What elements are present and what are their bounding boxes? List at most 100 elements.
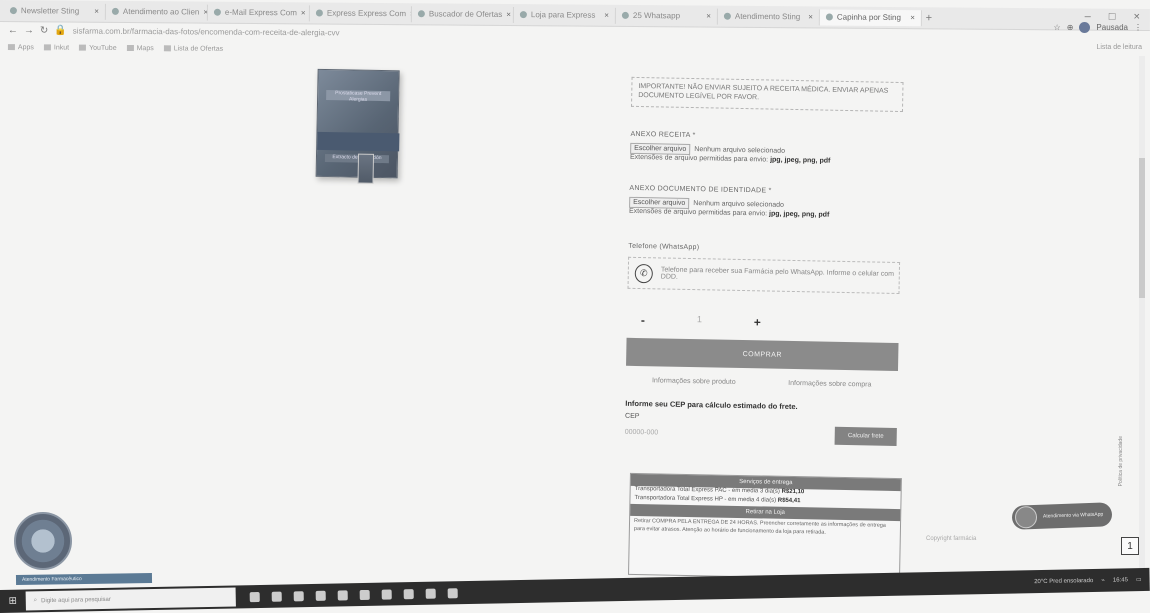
shipping-services: Serviços de entrega Transportadora Total… xyxy=(628,472,902,581)
no-file-text: Nenhum arquivo selecionado xyxy=(694,146,786,155)
taskbar-apps xyxy=(249,587,458,602)
security-seal[interactable] xyxy=(14,512,72,570)
avatar[interactable] xyxy=(1079,22,1091,33)
weather-text[interactable]: 20°C Pred ensolarado xyxy=(1034,578,1093,585)
favicon-icon xyxy=(111,7,119,15)
tab-label: 25 Whatsapp xyxy=(632,10,681,21)
pickup-text: Retirar COMPRA PELA ENTREGA DE 24 HORAS.… xyxy=(633,517,886,536)
footer-text: Copyright farmácia xyxy=(926,536,977,542)
cep-label: CEP xyxy=(624,412,640,421)
whatsapp-chat-button[interactable]: Atendimento via WhatsApp xyxy=(1011,502,1113,530)
browser-tab[interactable]: Newsletter Sting × xyxy=(3,2,106,20)
excel-icon[interactable] xyxy=(403,588,414,599)
url-field[interactable]: sisfarma.com.br/farmacia-das-fotos/encom… xyxy=(73,27,340,38)
formats-prefix: Extensões de arquivo permitidas para env… xyxy=(628,207,768,218)
no-file-text: Nenhum arquivo selecionado xyxy=(693,200,785,209)
tab-label: Buscador de Ofertas xyxy=(428,9,503,19)
reload-icon[interactable]: ↻ xyxy=(40,25,48,36)
maximize-button[interactable]: □ xyxy=(1109,11,1116,23)
favicon-icon xyxy=(315,9,323,17)
purchase-info-link[interactable]: Informações sobre compra xyxy=(788,380,871,389)
cep-input[interactable]: 00000-000 xyxy=(625,425,825,445)
close-icon[interactable]: × xyxy=(910,13,915,22)
mail-icon[interactable] xyxy=(337,589,348,601)
network-icon[interactable]: ⌁ xyxy=(1101,577,1105,584)
browser-tab[interactable]: Atendimento Sting × xyxy=(717,8,820,25)
whatsapp-icon xyxy=(1014,505,1038,529)
taskbar-search[interactable]: ⌕ Digite aqui para pesquisar xyxy=(25,587,236,611)
system-tray: 20°C Pred ensolarado ⌁ 16:45 ▭ xyxy=(1034,576,1150,585)
cep-title: Informe seu CEP para cálculo estimado do… xyxy=(625,398,798,412)
menu-icon[interactable]: ⋮ xyxy=(1134,23,1142,32)
clock[interactable]: 16:45 xyxy=(1113,577,1128,583)
browser-tab[interactable]: 25 Whatsapp × xyxy=(615,7,718,25)
profile-area: ☆ ⊕ Pausada ⋮ xyxy=(1054,22,1142,33)
forward-icon[interactable]: → xyxy=(24,25,34,36)
store-icon[interactable] xyxy=(359,589,370,600)
tab-label: e-Mail Express Com xyxy=(224,7,297,18)
minimize-button[interactable]: – xyxy=(1085,11,1091,23)
formats-hint: Extensões de arquivo permitidas para env… xyxy=(629,208,829,219)
notification-icon[interactable]: ▭ xyxy=(1136,576,1142,583)
chrome-icon[interactable] xyxy=(271,591,282,602)
shipping-price: R$54,41 xyxy=(777,497,801,505)
pdf-icon[interactable] xyxy=(425,588,436,599)
page-number-badge: 1 xyxy=(1121,537,1139,555)
favicon-icon xyxy=(621,11,629,19)
search-placeholder: Digite aqui para pesquisar xyxy=(41,596,111,604)
edge-icon[interactable] xyxy=(293,590,304,601)
whatsapp-field[interactable]: ✆ Telefone para receber sua Farmácia pel… xyxy=(627,256,901,295)
star-icon[interactable]: ☆ xyxy=(1054,23,1061,32)
browser-tab[interactable]: e-Mail Express Com × xyxy=(207,4,310,21)
app-icon[interactable] xyxy=(447,587,458,598)
close-icon[interactable]: × xyxy=(706,12,711,21)
page-content: Prostaticase Prevent Alergias Extracto d… xyxy=(0,43,1140,587)
browser-tab[interactable]: Loja para Express × xyxy=(513,6,616,24)
qty-value[interactable]: 1 xyxy=(697,314,702,328)
tab-label: Express Express Com xyxy=(326,8,407,19)
pharmacist-chip[interactable]: Atendimento Farmacêutico xyxy=(15,573,153,585)
shipping-price: R$21,10 xyxy=(781,488,805,496)
favicon-icon xyxy=(213,8,221,16)
browser-tab[interactable]: Buscador de Ofertas × xyxy=(411,5,514,23)
product-info-link[interactable]: Informações sobre produto xyxy=(652,377,736,386)
lock-icon[interactable]: 🔒 xyxy=(54,25,67,36)
profile-label[interactable]: Pausada xyxy=(1096,23,1128,32)
qty-minus-button[interactable]: - xyxy=(641,313,645,327)
whatsapp-icon: ✆ xyxy=(634,263,654,283)
new-tab-button[interactable]: + xyxy=(922,12,936,24)
notice-box: IMPORTANTE! NÃO ENVIAR SUJEITO A RECEITA… xyxy=(631,76,904,113)
whatsapp-text: Telefone para receber sua Farmácia pelo … xyxy=(660,266,895,281)
browser-tab[interactable]: Express Express Com× xyxy=(309,4,412,22)
formats-value: jpg, jpeg, png, pdf xyxy=(770,156,831,165)
product-box-line1: Prostaticase Prevent Alergias xyxy=(326,89,391,103)
scrollbar-thumb[interactable] xyxy=(1139,158,1145,298)
windows-start-icon[interactable]: ⊞ xyxy=(0,590,26,613)
tab-label: Atendimento ao Clien xyxy=(122,6,200,17)
close-icon[interactable]: × xyxy=(604,11,609,20)
extensions-icon[interactable]: ⊕ xyxy=(1067,23,1074,32)
close-icon[interactable]: × xyxy=(506,10,511,19)
task-view-icon[interactable] xyxy=(249,591,260,602)
favicon-icon xyxy=(9,7,17,15)
buy-button[interactable]: COMPRAR xyxy=(626,337,899,372)
favicon-icon xyxy=(723,12,731,20)
close-icon[interactable]: × xyxy=(94,7,99,16)
side-text[interactable]: Política de privacidade xyxy=(1118,436,1124,486)
tab-label: Capinha por Sting xyxy=(836,12,901,23)
word-icon[interactable] xyxy=(381,588,392,600)
close-icon[interactable]: × xyxy=(808,12,813,21)
browser-tab-active[interactable]: Capinha por Sting × xyxy=(819,8,922,26)
anexo-documento-label: ANEXO DOCUMENTO DE IDENTIDADE * xyxy=(629,184,772,195)
close-icon[interactable]: × xyxy=(301,8,306,17)
reading-list[interactable]: Lista de leitura xyxy=(1096,44,1142,51)
back-icon[interactable]: ← xyxy=(8,25,18,36)
page: Newsletter Sting × Atendimento ao Clien × … xyxy=(0,0,1150,613)
anexo-receita-label: ANEXO RECEITA * xyxy=(630,130,696,140)
browser-tab[interactable]: Atendimento ao Clien × xyxy=(105,3,208,21)
explorer-icon[interactable] xyxy=(315,590,326,601)
scrollbar[interactable] xyxy=(1139,56,1145,576)
product-thumbnail[interactable] xyxy=(357,153,375,184)
qty-plus-button[interactable]: + xyxy=(754,315,761,329)
calculate-shipping-button[interactable]: Calcular frete xyxy=(834,426,897,446)
